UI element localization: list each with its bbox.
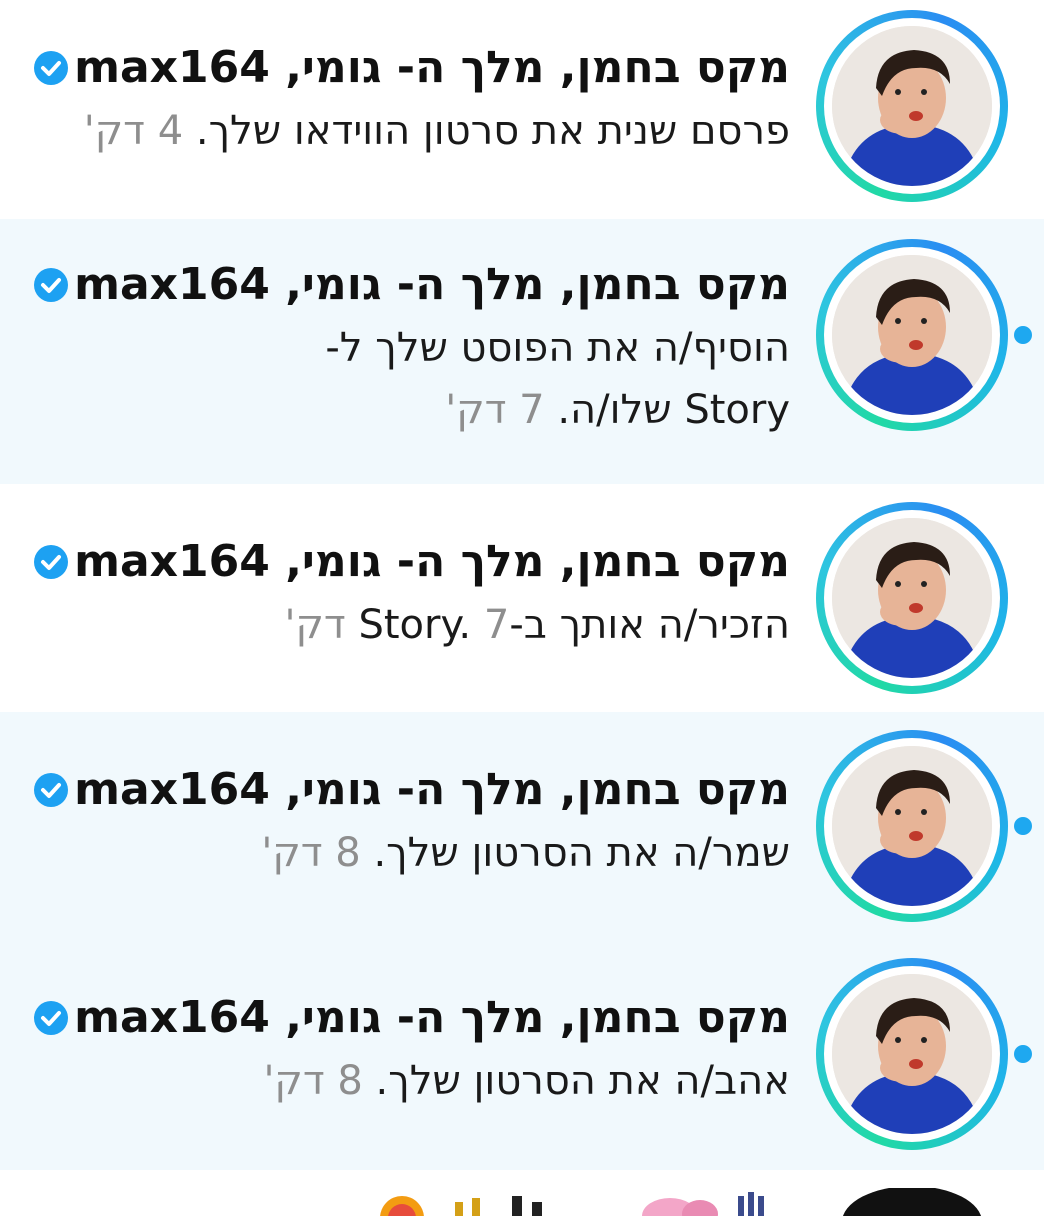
- username[interactable]: max164: [74, 764, 270, 815]
- username[interactable]: max164: [74, 42, 270, 93]
- display-name[interactable]: מקס בחמן, מלך ה- גומי,: [285, 992, 790, 1043]
- unread-dot-icon: [1014, 817, 1032, 835]
- verified-badge-icon: [34, 1001, 69, 1035]
- display-name[interactable]: מקס בחמן, מלך ה- גומי,: [285, 42, 790, 93]
- notification-item[interactable]: מקס בחמן, מלך ה- גומי, max164 פרסם שנית …: [0, 0, 1044, 214]
- verified-badge-icon: [34, 51, 69, 85]
- notification-user-line[interactable]: מקס בחמן, מלך ה- גומי, max164: [10, 40, 790, 96]
- action-text: הוסיף/ה את הפוסט שלך ל-Story שלו/ה.: [325, 325, 790, 433]
- verified-badge-icon: [34, 268, 69, 302]
- notification-text: פרסם שנית את סרטון הווידאו שלך. 4 דק': [10, 100, 790, 162]
- avatar[interactable]: [816, 958, 1008, 1150]
- username[interactable]: max164: [74, 992, 270, 1043]
- username[interactable]: max164: [74, 259, 270, 310]
- timestamp: 7 דק': [445, 387, 545, 433]
- avatar-photo: [832, 255, 992, 415]
- avatar-photo: [832, 746, 992, 906]
- notification-user-line[interactable]: מקס בחמן, מלך ה- גומי, max164: [10, 762, 790, 818]
- avatar-photo: [832, 26, 992, 186]
- username[interactable]: max164: [74, 536, 270, 587]
- display-name[interactable]: מקס בחמן, מלך ה- גומי,: [285, 259, 790, 310]
- unread-dot-icon: [1014, 1045, 1032, 1063]
- avatar-photo: [832, 518, 992, 678]
- verified-badge-icon: [34, 545, 69, 579]
- notification-user-line[interactable]: מקס בחמן, מלך ה- גומי, max164: [10, 990, 790, 1046]
- notification-item[interactable]: מקס בחמן, מלך ה- גומי, max164 הוסיף/ה את…: [0, 219, 1044, 484]
- notification-text: הזכיר/ה אותך ב-Story. 7 דק': [10, 594, 790, 656]
- timestamp: 8 דק': [263, 1058, 363, 1104]
- notification-text: הוסיף/ה את הפוסט שלך ל-Story שלו/ה. 7 דק…: [230, 317, 790, 441]
- avatar[interactable]: [816, 239, 1008, 431]
- timestamp: 4 דק': [83, 108, 184, 154]
- action-text: פרסם שנית את סרטון הווידאו שלך.: [195, 108, 790, 154]
- display-name[interactable]: מקס בחמן, מלך ה- גומי,: [285, 764, 790, 815]
- action-text: הזכיר/ה אותך ב-Story.: [358, 602, 790, 648]
- avatar[interactable]: [816, 502, 1008, 694]
- partial-row-preview: [380, 1188, 982, 1216]
- notification-item[interactable]: מקס בחמן, מלך ה- גומי, max164 הזכיר/ה או…: [0, 484, 1044, 712]
- verified-badge-icon: [34, 773, 69, 807]
- notification-item[interactable]: מקס בחמן, מלך ה- גומי, max164 שמר/ה את ה…: [0, 712, 1044, 940]
- timestamp: 8 דק': [261, 830, 361, 876]
- notification-user-line[interactable]: מקס בחמן, מלך ה- גומי, max164: [10, 257, 790, 313]
- avatar-photo: [832, 974, 992, 1134]
- action-text: אהב/ה את הסרטון שלך.: [375, 1058, 790, 1104]
- avatar[interactable]: [816, 730, 1008, 922]
- notification-user-line[interactable]: מקס בחמן, מלך ה- גומי, max164: [10, 534, 790, 590]
- next-notification-partial[interactable]: [0, 1188, 1044, 1216]
- avatar[interactable]: [816, 10, 1008, 202]
- unread-dot-icon: [1014, 326, 1032, 344]
- display-name[interactable]: מקס בחמן, מלך ה- גומי,: [285, 536, 790, 587]
- action-text: שמר/ה את הסרטון שלך.: [373, 830, 790, 876]
- notification-text: שמר/ה את הסרטון שלך. 8 דק': [10, 822, 790, 884]
- notification-text: אהב/ה את הסרטון שלך. 8 דק': [10, 1050, 790, 1112]
- notification-item[interactable]: מקס בחמן, מלך ה- גומי, max164 אהב/ה את ה…: [0, 940, 1044, 1170]
